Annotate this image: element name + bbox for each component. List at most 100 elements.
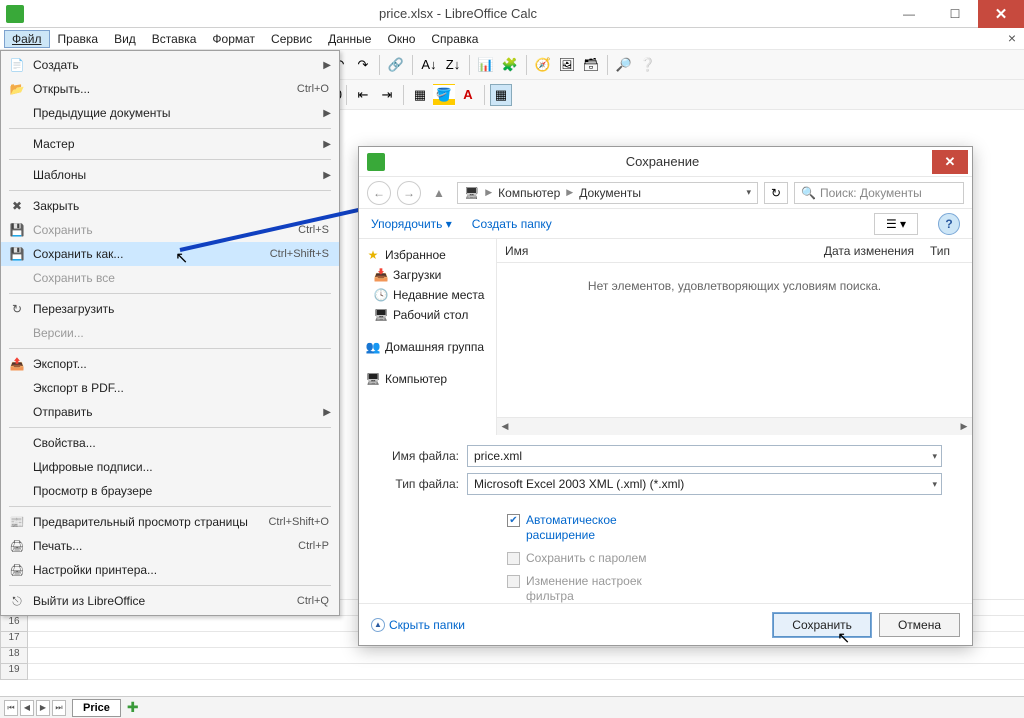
dec-indent-icon[interactable]: ⇤ (352, 84, 374, 106)
menu-item-page-preview[interactable]: 📰Предварительный просмотр страницыCtrl+S… (1, 510, 339, 534)
object-icon[interactable]: 🧩 (499, 54, 521, 76)
close-button[interactable]: ✕ (978, 0, 1024, 28)
gallery-icon[interactable]: 🖼 (556, 54, 578, 76)
column-type[interactable]: Тип (922, 244, 972, 258)
checkbox-checked-icon[interactable]: ✔ (507, 514, 520, 527)
row-header[interactable]: 18 (0, 648, 28, 664)
menu-item-send[interactable]: Отправить▶ (1, 400, 339, 424)
tree-desktop[interactable]: 🖥Рабочий стол (363, 305, 492, 325)
menu-data[interactable]: Данные (320, 30, 379, 48)
hide-folders-link[interactable]: ▲Скрыть папки (371, 618, 465, 632)
nav-forward-icon[interactable]: → (397, 181, 421, 205)
menu-item-recent[interactable]: Предыдущие документы▶ (1, 101, 339, 125)
fontcolor-icon[interactable]: A (457, 84, 479, 106)
menu-item-open[interactable]: 📂Открыть...Ctrl+O (1, 77, 339, 101)
row-header[interactable]: 16 (0, 616, 28, 632)
menu-window[interactable]: Окно (379, 30, 423, 48)
tree-downloads[interactable]: 📥Загрузки (363, 265, 492, 285)
horizontal-scrollbar[interactable]: ◀▶ (497, 417, 972, 435)
search-icon: 🔍 (801, 186, 816, 200)
tree-homegroup[interactable]: 👥Домашняя группа (363, 337, 492, 357)
menu-item-save-all[interactable]: Сохранить все (1, 266, 339, 290)
breadcrumb-item[interactable]: Документы (579, 186, 641, 200)
dialog-titlebar: Сохранение ✕ (359, 147, 972, 177)
tree-computer[interactable]: 🖥Компьютер (363, 369, 492, 389)
view-mode-button[interactable]: ☰ ▾ (874, 213, 918, 235)
menu-item-signatures[interactable]: Цифровые подписи... (1, 455, 339, 479)
tab-prev-icon[interactable]: ◀ (20, 700, 34, 716)
breadcrumb[interactable]: 🖥 ▶ Компьютер ▶ Документы ▾ (457, 182, 758, 204)
menu-item-exit[interactable]: ⎋Выйти из LibreOfficeCtrl+Q (1, 589, 339, 613)
add-sheet-icon[interactable]: ✚ (123, 699, 143, 716)
help-button[interactable]: ? (938, 213, 960, 235)
menu-insert[interactable]: Вставка (144, 30, 205, 48)
menu-item-export-pdf[interactable]: Экспорт в PDF... (1, 376, 339, 400)
inc-indent-icon[interactable]: ⇥ (376, 84, 398, 106)
redo-icon[interactable]: ↷ (352, 54, 374, 76)
option-auto-extension[interactable]: ✔ Автоматическое расширение (507, 513, 942, 543)
sort-desc-icon[interactable]: Z↓ (442, 54, 464, 76)
sheet-tab[interactable]: Price (72, 699, 121, 717)
dialog-title: Сохранение (393, 154, 932, 169)
help-icon[interactable]: ❔ (637, 54, 659, 76)
menu-item-printer-settings[interactable]: 🖨Настройки принтера... (1, 558, 339, 582)
row-header[interactable]: 17 (0, 632, 28, 648)
dialog-app-icon (367, 153, 385, 171)
document-close-icon[interactable]: × (1008, 30, 1016, 46)
datasource-icon[interactable]: 🗃 (580, 54, 602, 76)
menu-format[interactable]: Формат (204, 30, 263, 48)
tab-next-icon[interactable]: ▶ (36, 700, 50, 716)
menu-item-export[interactable]: 📤Экспорт... (1, 352, 339, 376)
navigator-icon[interactable]: 🧭 (532, 54, 554, 76)
menu-item-print[interactable]: 🖨Печать...Ctrl+P (1, 534, 339, 558)
menu-item-create[interactable]: 📄Создать▶ (1, 53, 339, 77)
organize-menu[interactable]: Упорядочить ▾ (371, 217, 452, 231)
menu-item-wizard[interactable]: Мастер▶ (1, 132, 339, 156)
grid-icon[interactable]: ▦ (490, 84, 512, 106)
new-folder-link[interactable]: Создать папку (472, 217, 552, 231)
bgcolor-icon[interactable]: 🪣 (433, 84, 455, 106)
link-icon[interactable]: 🔗 (385, 54, 407, 76)
chart-icon[interactable]: 📊 (475, 54, 497, 76)
breadcrumb-item[interactable]: Компьютер (498, 186, 560, 200)
folder-tree[interactable]: ★Избранное 📥Загрузки 🕓Недавние места 🖥Ра… (359, 239, 497, 435)
search-input[interactable]: 🔍 Поиск: Документы (794, 182, 964, 204)
menu-view[interactable]: Вид (106, 30, 144, 48)
menu-item-close[interactable]: ✖Закрыть (1, 194, 339, 218)
dialog-close-button[interactable]: ✕ (932, 150, 968, 174)
cancel-button[interactable]: Отмена (879, 613, 960, 637)
row-header[interactable]: 19 (0, 664, 28, 680)
tab-first-icon[interactable]: ⏮ (4, 700, 18, 716)
refresh-icon[interactable]: ↻ (764, 182, 788, 204)
maximize-button[interactable]: ☐ (932, 0, 978, 28)
menu-item-versions[interactable]: Версии... (1, 321, 339, 345)
column-date[interactable]: Дата изменения (816, 244, 922, 258)
borders-icon[interactable]: ▦ (409, 84, 431, 106)
save-button[interactable]: Сохранить (773, 613, 871, 637)
sort-asc-icon[interactable]: A↓ (418, 54, 440, 76)
nav-back-icon[interactable]: ← (367, 181, 391, 205)
minimize-button[interactable]: — (886, 0, 932, 28)
menu-edit[interactable]: Правка (50, 30, 107, 48)
menu-item-save-as[interactable]: 💾Сохранить как...Ctrl+Shift+S (1, 242, 339, 266)
menu-item-browser-preview[interactable]: Просмотр в браузере (1, 479, 339, 503)
menu-item-save[interactable]: 💾СохранитьCtrl+S (1, 218, 339, 242)
tree-recent[interactable]: 🕓Недавние места (363, 285, 492, 305)
menu-item-templates[interactable]: Шаблоны▶ (1, 163, 339, 187)
computer-icon: 🖥 (365, 372, 381, 386)
tree-favorites[interactable]: ★Избранное (363, 245, 492, 265)
file-list[interactable]: Имя Дата изменения Тип Нет элементов, уд… (497, 239, 972, 435)
menu-help[interactable]: Справка (423, 30, 486, 48)
filename-input[interactable]: price.xml▾ (467, 445, 942, 467)
nav-up-icon[interactable]: ▲ (427, 181, 451, 205)
zoom-icon[interactable]: 🔎 (613, 54, 635, 76)
filetype-select[interactable]: Microsoft Excel 2003 XML (.xml) (*.xml)▾ (467, 473, 942, 495)
column-name[interactable]: Имя (497, 244, 816, 258)
tab-last-icon[interactable]: ⏭ (52, 700, 66, 716)
save-dialog: Сохранение ✕ ← → ▲ 🖥 ▶ Компьютер ▶ Докум… (358, 146, 973, 646)
close-doc-icon: ✖ (5, 197, 29, 215)
menu-file[interactable]: Файл (4, 30, 50, 48)
menu-tools[interactable]: Сервис (263, 30, 320, 48)
menu-item-reload[interactable]: ↻Перезагрузить (1, 297, 339, 321)
menu-item-properties[interactable]: Свойства... (1, 431, 339, 455)
